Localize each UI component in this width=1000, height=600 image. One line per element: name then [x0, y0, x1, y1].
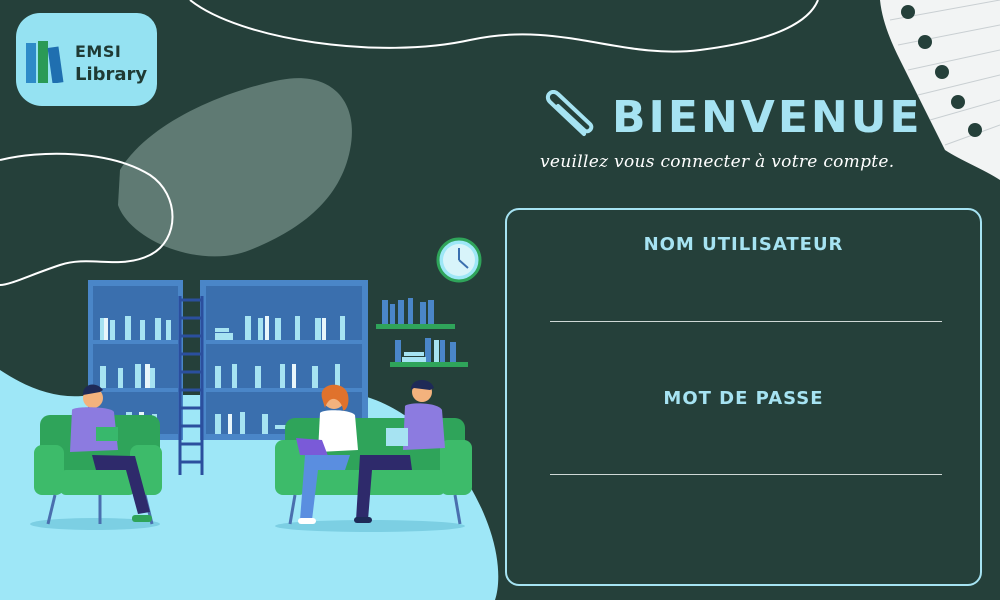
username-input[interactable] — [550, 292, 942, 322]
logo-text-library: Library — [75, 64, 148, 85]
welcome-title: BIENVENUE — [612, 92, 923, 143]
logo-text-emsi: EMSI — [75, 42, 122, 61]
username-label: NOM UTILISATEUR — [643, 234, 844, 255]
emsi-library-logo: EMSI Library — [16, 13, 157, 106]
password-label: MOT DE PASSE — [663, 388, 824, 409]
books-logo-icon — [26, 41, 64, 83]
login-panel: NOM UTILISATEUR MOT DE PASSE — [505, 208, 982, 586]
password-input[interactable] — [550, 445, 942, 475]
welcome-subtitle: veuillez vous connecter à votre compte. — [540, 152, 895, 172]
paperclip-icon — [545, 90, 594, 136]
